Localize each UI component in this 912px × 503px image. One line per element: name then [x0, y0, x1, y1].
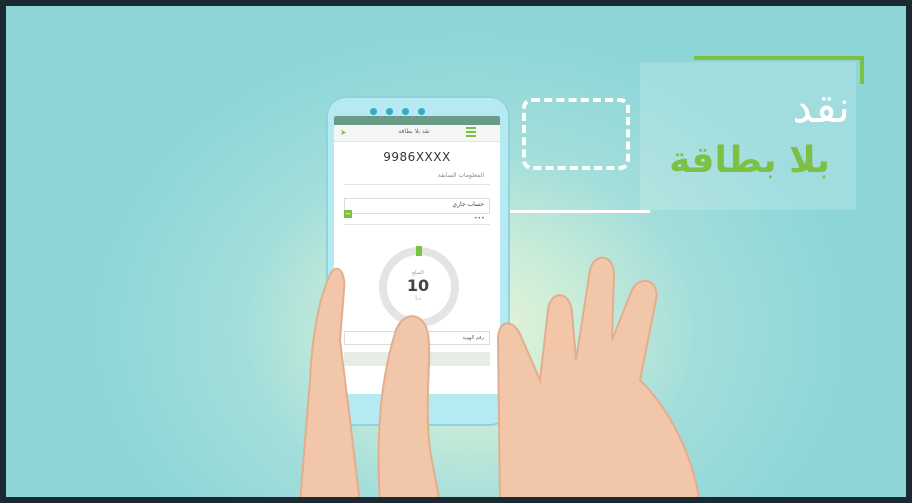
left-thumb	[377, 315, 442, 503]
hands-illustration	[298, 256, 702, 503]
scene: نقد بلا بطاقة ➤ نقد بلا بطاقة 9986XXXX ا…	[0, 0, 912, 503]
left-hand	[298, 267, 362, 503]
right-hand	[496, 256, 702, 503]
